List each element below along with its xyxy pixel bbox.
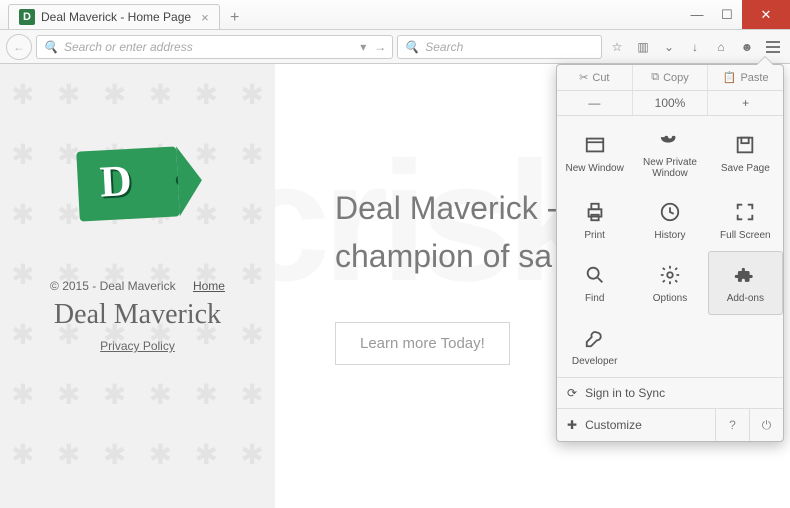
fullscreen-icon	[732, 199, 758, 225]
menu-options[interactable]: Options	[632, 251, 707, 315]
address-bar[interactable]: 🔍 Search or enter address ▾ →	[36, 35, 393, 59]
save-icon	[732, 132, 758, 158]
plus-box-icon: ✚	[567, 418, 577, 432]
window-maximize-button[interactable]: ☐	[712, 0, 742, 29]
copy-icon: ⧉	[651, 71, 659, 84]
search-icon: 🔍	[404, 40, 419, 54]
window-icon	[582, 132, 608, 158]
menu-developer[interactable]: Developer	[557, 315, 632, 377]
new-tab-button[interactable]: +	[224, 6, 246, 29]
zoom-level: 100%	[633, 91, 709, 115]
menu-find[interactable]: Find	[557, 251, 632, 315]
privacy-link[interactable]: Privacy Policy	[0, 339, 275, 353]
menu-sign-in-sync[interactable]: ⟳ Sign in to Sync	[557, 378, 783, 408]
logo: D	[78, 149, 198, 219]
wrench-icon	[582, 325, 608, 351]
copyright-text: © 2015 - Deal Maverick	[50, 279, 176, 293]
menu-customize[interactable]: ✚ Customize	[557, 410, 715, 440]
pocket-icon[interactable]: ⌄	[658, 36, 680, 58]
gear-icon	[657, 262, 683, 288]
chat-icon[interactable]: ☻	[736, 36, 758, 58]
copy-button[interactable]: ⧉Copy	[633, 65, 709, 90]
sync-icon: ⟳	[567, 386, 577, 400]
navigation-toolbar: ← 🔍 Search or enter address ▾ → 🔍 Search…	[0, 30, 790, 64]
sidebar-icon[interactable]: ▥	[632, 36, 654, 58]
titlebar: D Deal Maverick - Home Page × + — ☐ ✕	[0, 0, 790, 30]
browser-tab[interactable]: D Deal Maverick - Home Page ×	[8, 4, 220, 29]
search-icon	[582, 262, 608, 288]
puzzle-icon	[732, 262, 758, 288]
menu-save-page[interactable]: Save Page	[708, 116, 783, 189]
zoom-in-button[interactable]: +	[708, 91, 783, 115]
search-bar[interactable]: 🔍 Search	[397, 35, 602, 59]
brand-name: Deal Maverick	[0, 299, 275, 331]
mask-icon	[657, 126, 683, 152]
bookmark-star-icon[interactable]: ☆	[606, 36, 628, 58]
window-minimize-button[interactable]: —	[682, 0, 712, 29]
tab-title: Deal Maverick - Home Page	[41, 10, 191, 24]
close-tab-icon[interactable]: ×	[201, 10, 209, 25]
home-icon[interactable]: ⌂	[710, 36, 732, 58]
clock-icon	[657, 199, 683, 225]
downloads-icon[interactable]: ↓	[684, 36, 706, 58]
logo-letter: D	[98, 155, 132, 208]
back-button[interactable]: ←	[6, 34, 32, 60]
menu-button[interactable]	[762, 36, 784, 58]
menu-fullscreen[interactable]: Full Screen	[708, 189, 783, 251]
scissors-icon: ✂	[579, 71, 588, 84]
zoom-out-button[interactable]: —	[557, 91, 633, 115]
app-menu-panel: ✂Cut ⧉Copy 📋Paste — 100% + New Window Ne…	[556, 64, 784, 442]
menu-addons[interactable]: Add-ons	[708, 251, 783, 315]
menu-history[interactable]: History	[632, 189, 707, 251]
window-close-button[interactable]: ✕	[742, 0, 790, 29]
print-icon	[582, 199, 608, 225]
dropdown-icon[interactable]: ▾	[360, 40, 366, 54]
search-placeholder: Search	[425, 40, 463, 54]
menu-print[interactable]: Print	[557, 189, 632, 251]
search-icon: 🔍	[43, 40, 58, 54]
menu-private-window[interactable]: New Private Window	[632, 116, 707, 189]
cut-button[interactable]: ✂Cut	[557, 65, 633, 90]
reload-icon[interactable]: →	[374, 40, 386, 54]
hamburger-icon	[762, 36, 784, 58]
paste-button[interactable]: 📋Paste	[708, 65, 783, 90]
menu-new-window[interactable]: New Window	[557, 116, 632, 189]
home-link[interactable]: Home	[193, 279, 225, 293]
clipboard-icon: 📋	[723, 71, 737, 84]
url-placeholder: Search or enter address	[64, 40, 193, 54]
page-sidebar: ✱✱✱✱✱✱ ✱✱✱✱✱✱ ✱✱✱✱✱✱ ✱✱✱✱✱✱ ✱✱✱✱✱✱ ✱✱✱✱✱…	[0, 64, 275, 508]
learn-more-button[interactable]: Learn more Today!	[335, 322, 510, 365]
tab-favicon: D	[19, 9, 35, 25]
quit-button[interactable]: ⏻	[749, 409, 783, 441]
help-button[interactable]: ?	[715, 409, 749, 441]
